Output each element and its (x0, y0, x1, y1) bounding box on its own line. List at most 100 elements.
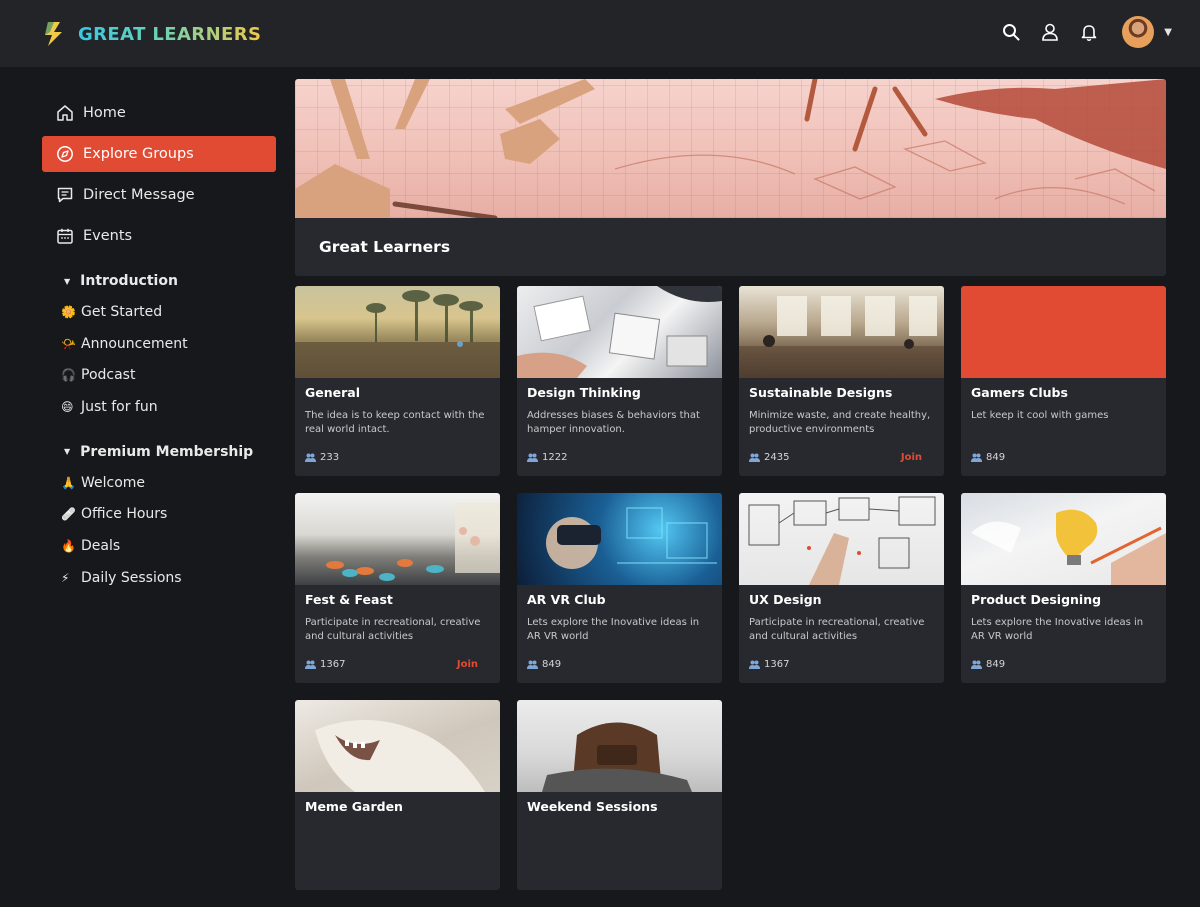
group-card[interactable]: General The idea is to keep contact with… (295, 286, 500, 476)
sidebar-item-explore-groups[interactable]: Explore Groups (42, 136, 276, 172)
section-introduction[interactable]: ▼ Introduction (64, 271, 276, 291)
community-title: Great Learners (319, 238, 451, 256)
group-image (517, 286, 722, 378)
channel-podcast[interactable]: 🎧 Podcast (42, 359, 276, 391)
members-icon (527, 660, 538, 669)
group-card[interactable]: Meme Garden (295, 700, 500, 890)
group-image (295, 700, 500, 792)
member-count: 233 (305, 452, 339, 463)
channel-office-hours[interactable]: 🩹 Office Hours (42, 498, 276, 530)
caret-down-icon: ▼ (64, 447, 71, 457)
chevron-down-icon[interactable]: ▼ (1164, 27, 1172, 38)
group-title: Sustainable Designs (749, 385, 893, 400)
group-card[interactable]: Gamers Clubs Let keep it cool with games… (961, 286, 1166, 476)
sidebar: Home Explore Groups Direct Message Event… (42, 95, 276, 594)
sidebar-item-home[interactable]: Home (42, 95, 276, 131)
groups-grid: General The idea is to keep contact with… (295, 286, 1166, 907)
group-description: Participate in recreational, creative an… (305, 617, 481, 642)
group-image (295, 286, 500, 378)
channel-label: Podcast (81, 367, 136, 384)
group-card[interactable]: Product Designing Lets explore the Inova… (961, 493, 1166, 683)
sidebar-item-events[interactable]: Events (42, 218, 276, 254)
bell-icon[interactable] (1078, 21, 1100, 43)
group-image (517, 493, 722, 585)
group-description: Addresses biases & behaviors that hamper… (527, 410, 700, 435)
member-count: 849 (971, 452, 1005, 463)
group-title: Design Thinking (527, 385, 641, 400)
member-count: 1222 (527, 452, 567, 463)
member-count-value: 849 (542, 659, 562, 670)
fire-icon: 🔥 (61, 538, 76, 553)
group-card[interactable]: Weekend Sessions (517, 700, 722, 890)
group-description: The idea is to keep contact with the rea… (305, 410, 485, 435)
horn-icon: 📯 (61, 336, 76, 351)
top-bar: GREAT LEARNERS ▼ (0, 0, 1200, 67)
member-count-value: 2435 (764, 452, 790, 463)
group-image (961, 286, 1166, 378)
flower-icon: 🌼 (61, 304, 76, 319)
join-button[interactable]: Join (457, 659, 478, 670)
sidebar-item-direct-message[interactable]: Direct Message (42, 177, 276, 213)
group-title: Product Designing (971, 592, 1102, 607)
members-icon (305, 453, 316, 462)
section-title: Premium Membership (80, 443, 254, 460)
community-banner: Great Learners (295, 79, 1166, 276)
sidebar-item-label: Events (83, 228, 133, 244)
channel-label: Daily Sessions (81, 569, 182, 586)
group-card[interactable]: AR VR Club Lets explore the Inovative id… (517, 493, 722, 683)
banner-image (295, 79, 1166, 218)
channel-get-started[interactable]: 🌼 Get Started (42, 296, 276, 328)
app-logo[interactable]: GREAT LEARNERS (42, 20, 261, 48)
group-card[interactable]: Fest & Feast Participate in recreational… (295, 493, 500, 683)
caret-down-icon: ▼ (64, 276, 71, 286)
group-description: Participate in recreational, creative an… (749, 617, 925, 642)
group-card[interactable]: Design Thinking Addresses biases & behav… (517, 286, 722, 476)
section-title: Introduction (80, 273, 178, 289)
member-count-value: 849 (986, 452, 1006, 463)
member-count: 1367 (305, 659, 345, 670)
member-count: 2435 (749, 452, 789, 463)
channel-deals[interactable]: 🔥 Deals (42, 530, 276, 562)
channel-label: Just for fun (81, 398, 158, 415)
bandage-icon: 🩹 (61, 507, 76, 522)
smile-icon: 😄 (61, 399, 74, 414)
member-count-value: 1367 (764, 659, 790, 670)
group-card[interactable]: UX Design Participate in recreational, c… (739, 493, 944, 683)
members-icon (305, 660, 316, 669)
header-actions: ▼ (983, 16, 1172, 48)
group-description: Lets explore the Inovative ideas in AR V… (971, 617, 1144, 642)
members-icon (971, 660, 982, 669)
group-image (517, 700, 722, 792)
lightning-logo-icon (45, 22, 62, 46)
member-count-value: 849 (986, 659, 1006, 670)
group-title: UX Design (749, 592, 822, 607)
channel-label: Get Started (81, 303, 163, 320)
channel-just-for-fun[interactable]: 😄 Just for fun (42, 391, 276, 423)
members-icon (971, 453, 982, 462)
calendar-icon (55, 226, 75, 246)
channel-label: Office Hours (81, 506, 168, 523)
section-premium-membership[interactable]: ▼ Premium Membership (64, 442, 276, 462)
member-count-value: 233 (320, 452, 340, 463)
channel-welcome[interactable]: 🙏 Welcome (42, 467, 276, 499)
channel-announcement[interactable]: 📯 Announcement (42, 328, 276, 360)
group-description: Lets explore the Inovative ideas in AR V… (527, 617, 700, 642)
group-image (961, 493, 1166, 585)
group-title: AR VR Club (527, 592, 606, 607)
join-button[interactable]: Join (901, 452, 922, 463)
channel-label: Welcome (81, 474, 146, 491)
channel-daily-sessions[interactable]: ⚡ Daily Sessions (42, 562, 276, 594)
avatar[interactable] (1122, 16, 1155, 48)
sidebar-item-label: Explore Groups (83, 146, 194, 162)
group-title: General (305, 385, 360, 400)
members-icon (527, 453, 538, 462)
group-image (739, 286, 944, 378)
group-card[interactable]: Sustainable Designs Minimize waste, and … (739, 286, 944, 476)
member-count-value: 1367 (320, 659, 346, 670)
search-icon[interactable] (1000, 21, 1022, 43)
lightning-icon: ⚡ (61, 570, 70, 585)
user-icon[interactable] (1039, 21, 1061, 43)
headphones-icon: 🎧 (61, 368, 76, 383)
explore-icon (55, 144, 75, 164)
member-count: 849 (527, 659, 561, 670)
